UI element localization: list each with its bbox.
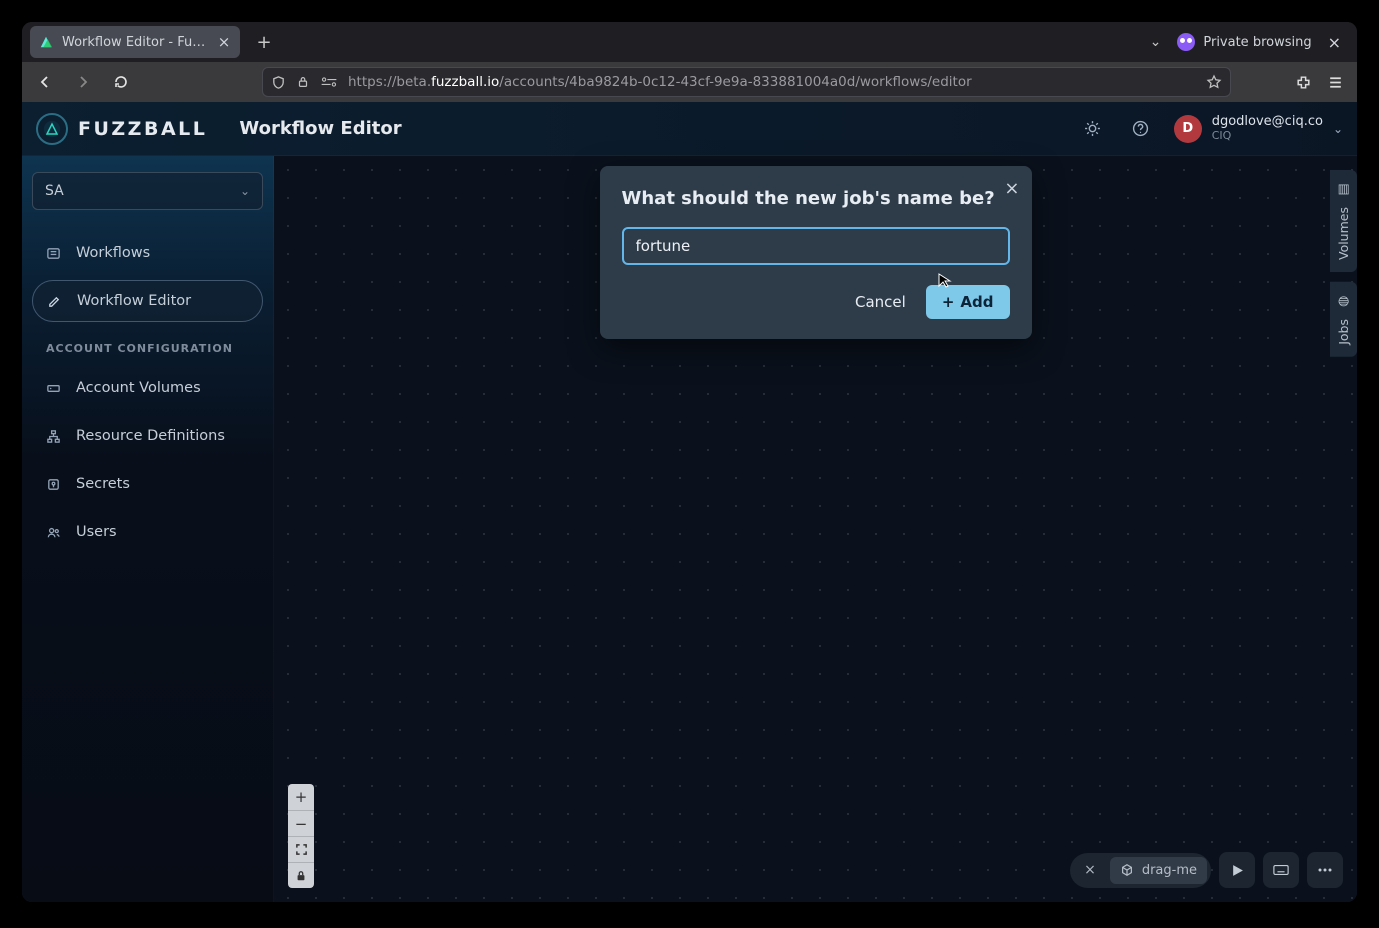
address-bar[interactable]: https://beta.fuzzball.io/accounts/4ba982… — [262, 67, 1231, 97]
job-name-input[interactable] — [622, 227, 1010, 265]
bookmark-star-icon[interactable] — [1206, 74, 1222, 90]
cursor-icon — [936, 271, 954, 289]
sidebar-item-label: Secrets — [76, 476, 130, 492]
tab-label: Volumes — [1336, 207, 1351, 260]
extensions-icon[interactable] — [1289, 68, 1317, 96]
panel-tab-volumes[interactable]: Volumes ▤ — [1330, 170, 1357, 272]
sidebar-item-label: Users — [76, 524, 117, 540]
back-button[interactable] — [30, 67, 60, 97]
browser-tab[interactable]: Workflow Editor - Fuzzba × — [30, 26, 240, 58]
list-icon — [46, 246, 64, 261]
run-button[interactable] — [1219, 852, 1255, 888]
account-selector-value: SA — [45, 183, 64, 199]
tab-title: Workflow Editor - Fuzzba — [62, 35, 208, 50]
cube-icon — [1120, 863, 1134, 877]
user-menu[interactable]: D dgodlove@ciq.co CIQ ⌄ — [1174, 115, 1343, 143]
drag-label: drag-me — [1142, 863, 1197, 878]
sidebar-item-label: Workflow Editor — [77, 293, 191, 309]
plus-icon: + — [942, 293, 955, 311]
lock-icon — [296, 75, 310, 89]
edit-icon — [47, 294, 65, 309]
sidebar-item-account-volumes[interactable]: Account Volumes — [32, 367, 263, 409]
more-button[interactable] — [1307, 852, 1343, 888]
sitemap-icon — [46, 429, 64, 444]
users-icon — [46, 525, 64, 540]
key-icon — [46, 477, 64, 492]
shield-icon — [271, 75, 286, 90]
hamburger-menu-icon[interactable] — [1321, 68, 1349, 96]
zoom-in-button[interactable]: + — [288, 784, 314, 810]
private-browsing-indicator: Private browsing — [1177, 33, 1311, 51]
modal-title: What should the new job's name be? — [622, 188, 1010, 209]
page-title: Workflow Editor — [239, 118, 401, 139]
sidebar-item-workflow-editor[interactable]: Workflow Editor — [32, 280, 263, 322]
drive-icon — [46, 381, 64, 396]
sidebar-item-resource-definitions[interactable]: Resource Definitions — [32, 415, 263, 457]
volume-icon: ▤ — [1336, 182, 1351, 197]
dismiss-drag-icon[interactable]: × — [1080, 862, 1100, 878]
brand-text: FUZZBALL — [78, 118, 207, 140]
panel-tab-jobs[interactable]: Jobs ◍ — [1330, 282, 1357, 357]
tab-favicon — [38, 34, 54, 50]
reload-button[interactable] — [106, 67, 136, 97]
chevron-down-icon: ⌄ — [1333, 122, 1343, 136]
forward-button[interactable] — [68, 67, 98, 97]
new-job-modal: × What should the new job's name be? Can… — [600, 166, 1032, 339]
new-tab-button[interactable]: + — [250, 28, 278, 56]
theme-toggle-icon[interactable] — [1078, 114, 1108, 144]
sidebar-item-label: Resource Definitions — [76, 428, 225, 444]
account-selector[interactable]: SA ⌄ — [32, 172, 263, 210]
sidebar-item-secrets[interactable]: Secrets — [32, 463, 263, 505]
user-org: CIQ — [1212, 130, 1323, 142]
help-icon[interactable] — [1126, 114, 1156, 144]
cancel-button[interactable]: Cancel — [845, 285, 916, 319]
sidebar-item-label: Account Volumes — [76, 380, 201, 396]
private-label: Private browsing — [1203, 35, 1311, 50]
drag-chip[interactable]: drag-me — [1110, 857, 1207, 884]
modal-close-icon[interactable]: × — [1004, 178, 1019, 199]
user-email: dgodlove@ciq.co — [1212, 115, 1323, 129]
canvas-bottom-bar: × drag-me — [1070, 852, 1343, 888]
chevron-down-icon: ⌄ — [240, 184, 250, 198]
sidebar-section-heading: ACCOUNT CONFIGURATION — [32, 328, 263, 361]
sidebar-item-workflows[interactable]: Workflows — [32, 232, 263, 274]
cube-icon: ◍ — [1336, 294, 1351, 309]
url-text: https://beta.fuzzball.io/accounts/4ba982… — [348, 74, 972, 90]
avatar: D — [1174, 115, 1202, 143]
app-header: FUZZBALL Workflow Editor D dgodlove@ciq.… — [22, 102, 1357, 156]
zoom-lock-button[interactable] — [288, 862, 314, 888]
add-button[interactable]: + Add — [926, 285, 1010, 319]
sidebar-item-label: Workflows — [76, 245, 150, 261]
zoom-fit-button[interactable] — [288, 836, 314, 862]
browser-tab-bar: Workflow Editor - Fuzzba × + ⌄ Private b… — [22, 22, 1357, 62]
mask-icon — [1177, 33, 1195, 51]
logo-mark-icon — [36, 113, 68, 145]
window-close-icon[interactable]: × — [1328, 33, 1341, 52]
drag-node-pill: × drag-me — [1070, 853, 1211, 888]
editor-canvas[interactable]: Volumes ▤ Jobs ◍ + − — [274, 156, 1357, 902]
tabs-list-button[interactable]: ⌄ — [1150, 34, 1162, 50]
tab-label: Jobs — [1336, 319, 1351, 345]
tab-close-icon[interactable]: × — [216, 34, 232, 50]
keyboard-button[interactable] — [1263, 852, 1299, 888]
zoom-out-button[interactable]: − — [288, 810, 314, 836]
add-label: Add — [960, 293, 993, 311]
browser-toolbar: https://beta.fuzzball.io/accounts/4ba982… — [22, 62, 1357, 102]
sidebar: SA ⌄ Workflows Workflow Editor — [22, 156, 274, 902]
permissions-icon — [320, 76, 338, 88]
sidebar-item-users[interactable]: Users — [32, 511, 263, 553]
zoom-controls: + − — [288, 784, 314, 888]
brand-logo[interactable]: FUZZBALL — [36, 113, 207, 145]
